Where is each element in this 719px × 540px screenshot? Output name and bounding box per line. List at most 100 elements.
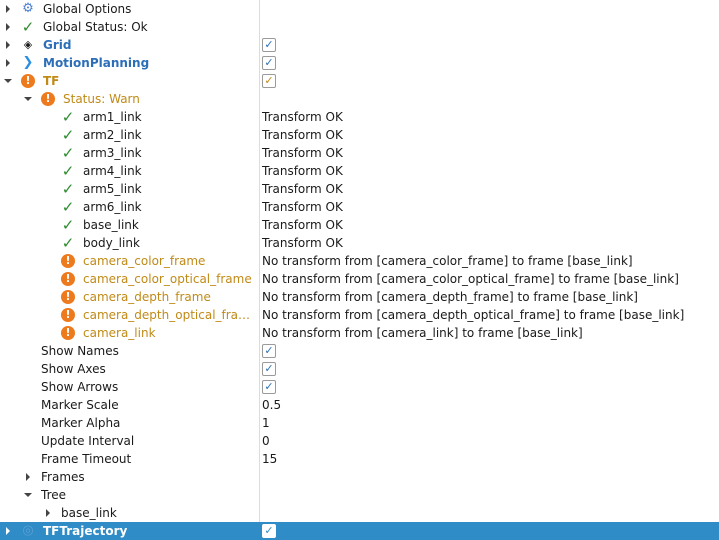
tree-row-arm2-link[interactable]: ✓ arm2_link Transform OK — [0, 126, 719, 144]
enabled-checkbox[interactable]: ✓ — [262, 344, 276, 358]
row-label: MotionPlanning — [43, 56, 150, 70]
tree-row-camera-link[interactable]: ! camera_link No transform from [camera_li… — [0, 324, 719, 342]
warning-icon: ! — [60, 289, 76, 305]
row-value: No transform from [camera_color_frame] t… — [262, 254, 633, 268]
enabled-checkbox[interactable]: ✓ — [262, 380, 276, 394]
row-label: camera_color_frame — [83, 254, 206, 268]
row-label: Grid — [43, 38, 72, 52]
row-value: Transform OK — [262, 146, 343, 160]
row-value: No transform from [camera_color_optical_… — [262, 272, 679, 286]
row-label: body_link — [83, 236, 140, 250]
tree-row-tree[interactable]: Tree — [0, 486, 719, 504]
tree-row-status-warn[interactable]: ! Status: Warn — [0, 90, 719, 108]
check-icon: ✓ — [61, 108, 75, 126]
tree-row-global-options[interactable]: ⚙ Global Options — [0, 0, 719, 18]
warning-icon: ! — [60, 271, 76, 287]
row-value[interactable]: 0 — [262, 432, 270, 450]
row-label: base_link — [61, 506, 117, 520]
enabled-checkbox[interactable]: ✓ — [262, 524, 276, 538]
row-label: Global Options — [43, 2, 132, 16]
tree-row-arm5-link[interactable]: ✓ arm5_link Transform OK — [0, 180, 719, 198]
enabled-checkbox[interactable]: ✓ — [262, 38, 276, 52]
check-icon: ✓ — [61, 144, 75, 162]
row-label: TF — [43, 74, 60, 88]
warning-icon: ! — [60, 325, 76, 341]
trajectory-icon: ◎ — [22, 523, 34, 538]
row-label: TFTrajectory — [43, 524, 128, 538]
motion-planning-icon: ❯ — [22, 55, 34, 70]
tree-row-arm6-link[interactable]: ✓ arm6_link Transform OK — [0, 198, 719, 216]
enabled-checkbox[interactable]: ✓ — [262, 56, 276, 70]
tree-row-arm3-link[interactable]: ✓ arm3_link Transform OK — [0, 144, 719, 162]
row-label: camera_depth_optical_fra… — [83, 308, 251, 322]
tree-row-show-arrows[interactable]: Show Arrows ✓ — [0, 378, 719, 396]
tree-row-tftrajectory[interactable]: ◎ TFTrajectory ✓ — [0, 522, 719, 540]
row-value: No transform from [camera_link] to frame… — [262, 326, 583, 340]
tree-row-show-names[interactable]: Show Names ✓ — [0, 342, 719, 360]
expand-arrow-open-icon[interactable] — [22, 486, 34, 504]
row-label: Show Axes — [41, 362, 106, 376]
gear-icon: ⚙ — [22, 1, 34, 16]
row-label: Global Status: Ok — [43, 20, 148, 34]
expand-arrow-closed-icon[interactable] — [2, 522, 14, 540]
expand-arrow-closed-icon[interactable] — [42, 504, 54, 522]
tree-row-global-status-ok[interactable]: ✓ Global Status: Ok — [0, 18, 719, 36]
tree-row-body-link[interactable]: ✓ body_link Transform OK — [0, 234, 719, 252]
row-label: arm3_link — [83, 146, 142, 160]
expand-arrow-open-icon[interactable] — [22, 90, 34, 108]
row-label: Frames — [41, 470, 85, 484]
tree-row-camera-depth-frame[interactable]: ! camera_depth_frame No transform from [ca… — [0, 288, 719, 306]
tree-row-tf[interactable]: ! TF ✓ — [0, 72, 719, 90]
tree-row-camera-depth-optical-fra[interactable]: ! camera_depth_optical_fra… No transform f… — [0, 306, 719, 324]
tree-row-base-link[interactable]: base_link — [0, 504, 719, 522]
row-label: Show Arrows — [41, 380, 119, 394]
tree-row-marker-scale[interactable]: Marker Scale 0.5 — [0, 396, 719, 414]
row-value: Transform OK — [262, 218, 343, 232]
tree-row-arm1-link[interactable]: ✓ arm1_link Transform OK — [0, 108, 719, 126]
expand-arrow-closed-icon[interactable] — [2, 0, 14, 18]
expand-arrow-open-icon[interactable] — [2, 72, 14, 90]
row-label: Tree — [41, 488, 67, 502]
tree-row-update-interval[interactable]: Update Interval 0 — [0, 432, 719, 450]
expand-arrow-closed-icon[interactable] — [22, 468, 34, 486]
row-value: Transform OK — [262, 128, 343, 142]
tree-row-base-link[interactable]: ✓ base_link Transform OK — [0, 216, 719, 234]
expand-arrow-closed-icon[interactable] — [2, 54, 14, 72]
row-value: No transform from [camera_depth_optical_… — [262, 308, 685, 322]
warning-icon: ! — [40, 91, 56, 107]
row-value[interactable]: 1 — [262, 414, 270, 432]
check-icon: ✓ — [61, 198, 75, 216]
row-label: Marker Alpha — [41, 416, 121, 430]
row-value: No transform from [camera_depth_frame] t… — [262, 290, 638, 304]
tree-row-camera-color-frame[interactable]: ! camera_color_frame No transform from [ca… — [0, 252, 719, 270]
row-value: Transform OK — [262, 200, 343, 214]
enabled-checkbox[interactable]: ✓ — [262, 74, 276, 88]
tree-row-motionplanning[interactable]: ❯ MotionPlanning ✓ — [0, 54, 719, 72]
check-icon: ✓ — [61, 126, 75, 144]
row-label: arm1_link — [83, 110, 142, 124]
row-label: arm2_link — [83, 128, 142, 142]
row-label: Status: Warn — [63, 92, 140, 106]
warning-icon: ! — [60, 253, 76, 269]
tree-row-camera-color-optical-frame[interactable]: ! camera_color_optical_frame No transform … — [0, 270, 719, 288]
tree-row-arm4-link[interactable]: ✓ arm4_link Transform OK — [0, 162, 719, 180]
tree-row-show-axes[interactable]: Show Axes ✓ — [0, 360, 719, 378]
tree-row-grid[interactable]: ◈ Grid ✓ — [0, 36, 719, 54]
row-label: Update Interval — [41, 434, 135, 448]
enabled-checkbox[interactable]: ✓ — [262, 362, 276, 376]
row-value[interactable]: 0.5 — [262, 396, 281, 414]
warning-icon: ! — [60, 307, 76, 323]
row-label: camera_depth_frame — [83, 290, 211, 304]
row-label: base_link — [83, 218, 139, 232]
tree-row-frames[interactable]: Frames — [0, 468, 719, 486]
tree-row-marker-alpha[interactable]: Marker Alpha 1 — [0, 414, 719, 432]
row-value[interactable]: 15 — [262, 450, 277, 468]
expand-arrow-closed-icon[interactable] — [2, 18, 14, 36]
row-label: Marker Scale — [41, 398, 119, 412]
row-label: Show Names — [41, 344, 119, 358]
check-icon: ✓ — [21, 18, 35, 36]
expand-arrow-closed-icon[interactable] — [2, 36, 14, 54]
tree-row-frame-timeout[interactable]: Frame Timeout 15 — [0, 450, 719, 468]
row-value: Transform OK — [262, 110, 343, 124]
row-label: arm5_link — [83, 182, 142, 196]
